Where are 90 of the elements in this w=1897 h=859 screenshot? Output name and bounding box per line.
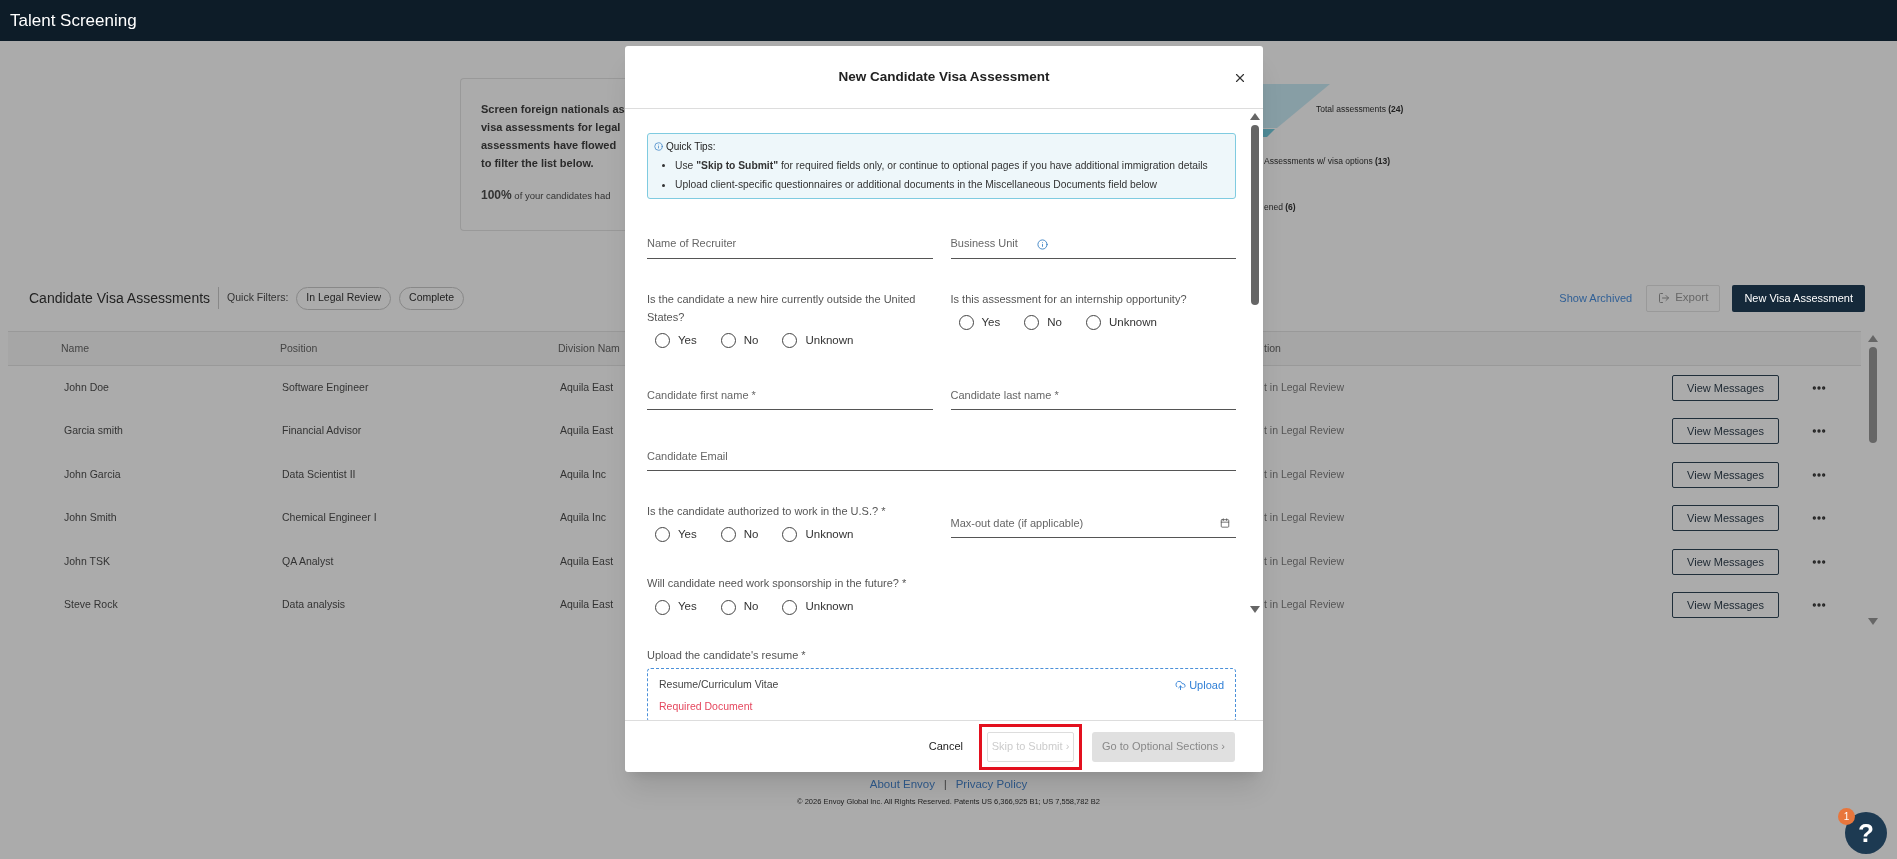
legend-label: ened (6) [1264, 201, 1296, 214]
required-status: Required Document [659, 698, 754, 714]
modal-scrollbar[interactable] [1249, 113, 1261, 613]
option-label: Unknown [805, 527, 854, 543]
view-messages-button[interactable]: View Messages [1672, 548, 1779, 575]
column-header[interactable]: tion [1263, 340, 1281, 357]
tip-text: Use "Skip to Submit" for required fields only, or continue to optional pages if you have additional immigration details [675, 159, 1208, 173]
question-label: Will candidate need work sponsorship in the future? * [647, 576, 908, 592]
text-field[interactable]: Candidate Email [647, 441, 1236, 472]
upload-dropzone[interactable]: Resume/Curriculum Vitae Required Document Upload [647, 668, 1236, 720]
option-label: Yes [678, 527, 697, 543]
question-label: Is this assessment for an internship opportunity? [950, 291, 1188, 307]
status-cell-text: t in Legal Review [1263, 379, 1345, 395]
tips-heading: Quick Tips: [666, 140, 716, 154]
table-cell-text: Aquila East [559, 553, 614, 569]
summary-text: to filter the list below. [481, 156, 595, 171]
view-messages-button[interactable]: View Messages [1672, 418, 1779, 445]
summary-text: Screen foreign nationals as [481, 102, 625, 117]
table-cell-text: Steve Rock [63, 597, 119, 613]
table-cell-text: John Garcia [63, 466, 122, 482]
status-cell-text: t in Legal Review [1263, 423, 1345, 439]
status-cell-text: t in Legal Review [1263, 510, 1345, 526]
table-cell-text: Aquila Inc [559, 510, 607, 526]
export-icon [1658, 292, 1671, 304]
table-cell-text: Chemical Engineer I [281, 510, 378, 526]
table-cell-text: Software Engineer [281, 379, 370, 395]
table-cell-text: Aquila East [559, 423, 614, 439]
text-field[interactable]: Business Unit [950, 228, 1236, 259]
table-cell-text: QA Analyst [281, 553, 335, 569]
document-name: Resume/Curriculum Vitae [659, 677, 779, 693]
table-cell-text: Aquila Inc [559, 466, 607, 482]
option-label: Yes [981, 314, 1001, 330]
bullet-icon [662, 183, 665, 187]
legend-label: Assessments w/ visa options (13) [1264, 155, 1391, 168]
upload-label: Upload the candidate's resume * [647, 647, 807, 663]
filters-label: Quick Filters: [227, 290, 289, 306]
text-field[interactable]: Candidate last name * [950, 380, 1236, 411]
column-header[interactable]: Division Nam [556, 340, 620, 357]
date-field[interactable]: Max-out date (if applicable) [950, 508, 1236, 539]
summary-text: visa assessments for legal [481, 120, 622, 135]
close-icon[interactable] [1233, 71, 1247, 85]
footer-separator: | [944, 777, 947, 792]
tip-text: Upload client-specific questionnaires or additional documents in the Miscellaneous Documents field below [675, 178, 1157, 193]
modal-title: New Candidate Visa Assessment [838, 67, 1050, 86]
table-cell-text: John TSK [63, 553, 111, 569]
column-header[interactable]: Position [278, 340, 556, 357]
info-icon [654, 142, 663, 151]
option-label: No [743, 332, 759, 348]
table-cell-text: Garcia smith [63, 423, 124, 439]
text-field[interactable]: Candidate first name * [647, 380, 933, 411]
table-cell-text: Financial Advisor [281, 423, 363, 439]
option-label: Unknown [805, 599, 854, 615]
option-label: No [1047, 314, 1062, 330]
option-label: Yes [678, 332, 697, 348]
summary-text: assessments have flowed [481, 138, 618, 153]
option-label: No [743, 599, 759, 615]
text-field[interactable]: Name of Recruiter [647, 228, 933, 259]
table-cell-text: Data analysis [281, 597, 347, 613]
legend-label: Total assessments (24) [1316, 103, 1404, 116]
table-cell-text: Data Scientist II [281, 466, 357, 482]
cloud-upload-icon [1175, 679, 1187, 691]
view-messages-button[interactable]: View Messages [1672, 592, 1779, 619]
option-label: Unknown [805, 332, 854, 348]
section-title: Candidate Visa Assessments [29, 288, 211, 308]
status-cell-text: t in Legal Review [1263, 553, 1345, 569]
new-assessment-button[interactable]: New Visa Assessment [1732, 284, 1865, 312]
status-cell-text: t in Legal Review [1263, 597, 1345, 613]
info-icon[interactable] [1036, 238, 1048, 250]
table-scrollbar[interactable] [1867, 335, 1879, 625]
question-label: Is the candidate authorized to work in the U.S.? * [647, 504, 887, 520]
option-label: No [743, 527, 759, 543]
view-messages-button[interactable]: View Messages [1672, 374, 1779, 401]
summary-stat: 100% of your candidates had [481, 187, 612, 204]
table-cell-text: Aquila East [559, 379, 614, 395]
view-messages-button[interactable]: View Messages [1672, 505, 1779, 532]
calendar-icon[interactable] [1220, 518, 1230, 529]
notification-badge: 1 [1838, 808, 1855, 825]
app-title: Talent Screening [10, 9, 137, 32]
column-header[interactable]: Name [8, 340, 278, 357]
table-cell-text: Aquila East [559, 597, 614, 613]
table-cell-text: John Smith [63, 510, 118, 526]
bullet-icon [662, 164, 665, 168]
cancel-button[interactable]: Cancel [922, 731, 969, 762]
view-messages-button[interactable]: View Messages [1672, 461, 1779, 488]
question-label: Is the candidate a new hire currently outside the United States? [647, 291, 917, 325]
option-label: Unknown [1108, 314, 1157, 330]
table-cell-text: John Doe [63, 379, 110, 395]
upload-link[interactable]: Upload [1175, 677, 1224, 694]
option-label: Yes [678, 599, 697, 615]
status-cell-text: t in Legal Review [1263, 466, 1345, 482]
